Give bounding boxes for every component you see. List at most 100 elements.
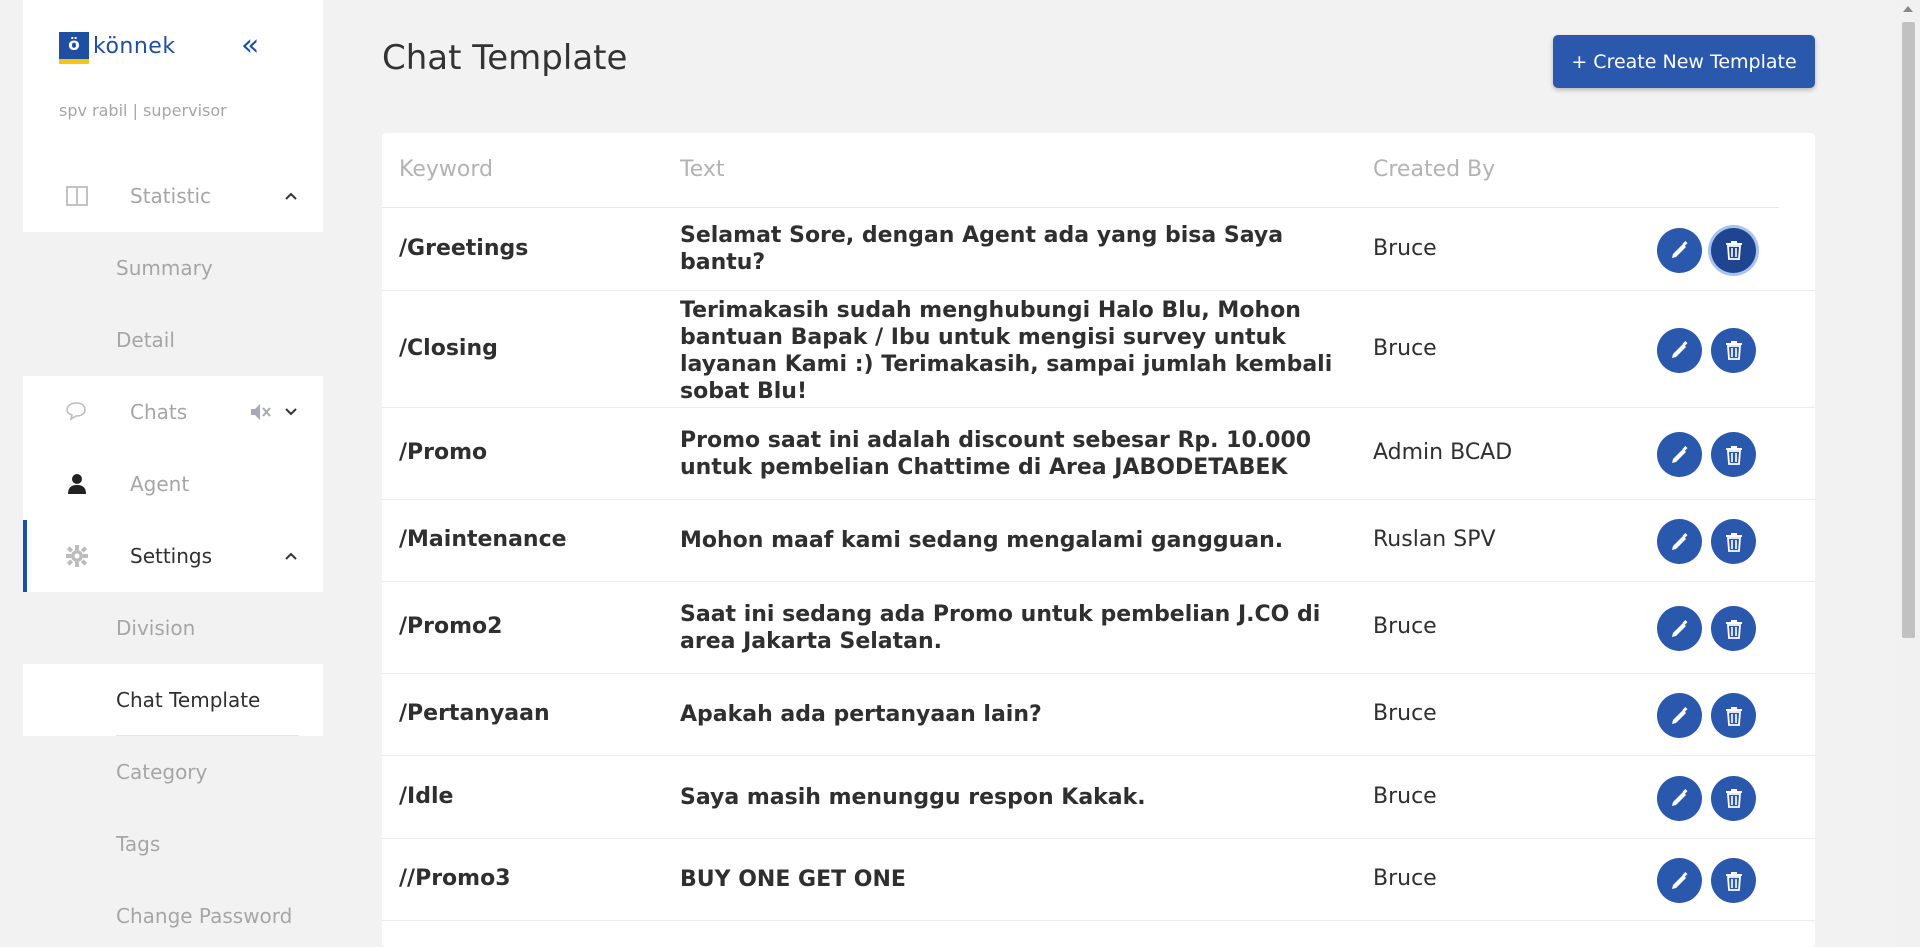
sidebar-item-agent[interactable]: Agent bbox=[23, 448, 323, 520]
sidebar-item-label: Summary bbox=[116, 256, 213, 280]
pencil-icon bbox=[1670, 240, 1690, 260]
pencil-icon bbox=[1670, 532, 1690, 552]
text-cell: Terimakasih sudah menghubungi Halo Blu, … bbox=[680, 298, 1333, 404]
created-by-cell: Ruslan SPV bbox=[1373, 527, 1496, 552]
user-icon bbox=[65, 472, 89, 496]
pencil-icon bbox=[1670, 340, 1690, 360]
delete-button[interactable] bbox=[1711, 227, 1756, 273]
trash-icon bbox=[1725, 532, 1743, 552]
text-cell: BUY ONE GET ONE bbox=[680, 867, 906, 892]
edit-button[interactable] bbox=[1657, 858, 1702, 903]
sidebar-item-label: Tags bbox=[116, 832, 161, 856]
sidebar-item-detail[interactable]: Detail bbox=[23, 304, 323, 376]
delete-button[interactable] bbox=[1711, 606, 1756, 651]
sidebar-item-category[interactable]: Category bbox=[23, 736, 323, 808]
sidebar-item-label: Chat Template bbox=[116, 688, 261, 712]
text-cell: Saat ini sedang ada Promo untuk pembelia… bbox=[680, 601, 1321, 654]
created-by-cell: Bruce bbox=[1373, 235, 1437, 261]
delete-button[interactable] bbox=[1711, 858, 1756, 903]
text-cell: Selamat Sore, dengan Agent ada yang bisa… bbox=[680, 223, 1284, 275]
delete-button[interactable] bbox=[1711, 693, 1756, 738]
keyword-cell: /Pertanyaan bbox=[399, 701, 550, 726]
scroll-up-arrow-icon[interactable] bbox=[1903, 6, 1913, 12]
trash-icon bbox=[1725, 788, 1743, 808]
chevron-up-icon bbox=[283, 188, 299, 204]
keyword-cell: /Idle bbox=[399, 783, 454, 809]
sidebar-item-label: Chats bbox=[130, 400, 188, 424]
keyword-cell: //Promo3 bbox=[399, 866, 511, 891]
sidebar-item-label: Category bbox=[116, 760, 208, 784]
trash-icon bbox=[1725, 340, 1743, 360]
edit-button[interactable] bbox=[1657, 775, 1702, 821]
sidebar-item-label: Settings bbox=[130, 544, 213, 568]
edit-button[interactable] bbox=[1657, 693, 1702, 738]
created-by-cell: Bruce bbox=[1373, 614, 1437, 639]
keyword-cell: /Promo2 bbox=[399, 614, 503, 639]
table-row: /Promo2 Saat ini sedang ada Promo untuk p… bbox=[382, 582, 1815, 674]
column-header-text: Text bbox=[680, 157, 725, 182]
trash-icon bbox=[1725, 871, 1743, 891]
edit-button[interactable] bbox=[1657, 606, 1702, 651]
trash-icon bbox=[1725, 240, 1743, 260]
delete-button[interactable] bbox=[1711, 327, 1756, 373]
logo-mark: ö bbox=[59, 32, 89, 64]
table-row: /Pertanyaan Apakah ada pertanyaan lain? Br… bbox=[382, 674, 1815, 756]
sidebar-item-label: Change Password bbox=[116, 904, 293, 928]
created-by-cell: Bruce bbox=[1373, 866, 1437, 891]
collapse-sidebar-icon[interactable]: « bbox=[241, 30, 259, 62]
edit-button[interactable] bbox=[1657, 432, 1702, 477]
sidebar: ö könnek « spv rabil | supervisor Statis… bbox=[23, 0, 323, 947]
pencil-icon bbox=[1670, 619, 1690, 639]
table-row: /Closing Terimakasih sudah menghubungi Ha… bbox=[382, 291, 1815, 408]
delete-button[interactable] bbox=[1711, 432, 1756, 477]
created-by-cell: Bruce bbox=[1373, 335, 1437, 361]
pencil-icon bbox=[1670, 788, 1690, 808]
text-cell: Apakah ada pertanyaan lain? bbox=[680, 702, 1042, 727]
sidebar-item-tags[interactable]: Tags bbox=[23, 808, 323, 880]
create-template-button[interactable]: + Create New Template bbox=[1553, 35, 1815, 88]
chevron-down-icon bbox=[283, 404, 299, 420]
pencil-icon bbox=[1670, 871, 1690, 891]
sidebar-menu: Statistic Summary Detail Chats Agent Set… bbox=[23, 160, 323, 947]
edit-button[interactable] bbox=[1657, 227, 1702, 273]
table-row: /Idle Saya masih menunggu respon Kakak. Br… bbox=[382, 756, 1815, 839]
logo: ö könnek bbox=[59, 32, 176, 64]
logo-text: könnek bbox=[93, 33, 176, 59]
edit-button[interactable] bbox=[1657, 519, 1702, 564]
trash-icon bbox=[1725, 619, 1743, 639]
pencil-icon bbox=[1670, 706, 1690, 726]
column-header-created-by: Created By bbox=[1373, 157, 1496, 182]
chevron-up-icon bbox=[283, 548, 299, 564]
created-by-cell: Bruce bbox=[1373, 783, 1437, 809]
delete-button[interactable] bbox=[1711, 519, 1756, 564]
sidebar-item-summary[interactable]: Summary bbox=[23, 232, 323, 304]
user-info: spv rabil | supervisor bbox=[59, 101, 227, 120]
keyword-cell: /Maintenance bbox=[399, 527, 567, 552]
pencil-icon bbox=[1670, 445, 1690, 465]
sidebar-item-division[interactable]: Division bbox=[23, 592, 323, 664]
sidebar-item-label: Division bbox=[116, 616, 196, 640]
edit-button[interactable] bbox=[1657, 327, 1702, 373]
scrollbar[interactable] bbox=[1897, 0, 1920, 947]
gear-icon bbox=[65, 544, 89, 568]
table-row: /Promo Promo saat ini adalah discount seb… bbox=[382, 408, 1815, 500]
sidebar-item-chat-template[interactable]: Chat Template bbox=[23, 664, 323, 736]
created-by-cell: Bruce bbox=[1373, 701, 1437, 726]
text-cell: Promo saat ini adalah discount sebesar R… bbox=[680, 427, 1312, 480]
sidebar-item-label: Statistic bbox=[130, 184, 212, 208]
table-row: /Maintenance Mohon maaf kami sedang menga… bbox=[382, 500, 1815, 582]
sidebar-item-label: Agent bbox=[130, 472, 190, 496]
trash-icon bbox=[1725, 445, 1743, 465]
text-cell: Mohon maaf kami sedang mengalami ganggua… bbox=[680, 528, 1284, 553]
scrollbar-thumb[interactable] bbox=[1902, 22, 1915, 638]
table-row: /Greetings Selamat Sore, dengan Agent ada… bbox=[382, 208, 1815, 291]
sidebar-item-chats[interactable]: Chats bbox=[23, 376, 323, 448]
created-by-cell: Admin BCAD bbox=[1373, 440, 1513, 465]
delete-button[interactable] bbox=[1711, 775, 1756, 821]
sidebar-item-settings[interactable]: Settings bbox=[23, 520, 323, 592]
mute-icon[interactable] bbox=[248, 400, 272, 428]
sidebar-item-change-password[interactable]: Change Password bbox=[23, 880, 323, 947]
sidebar-item-statistic[interactable]: Statistic bbox=[23, 160, 323, 232]
chat-icon bbox=[65, 400, 89, 424]
keyword-cell: /Promo bbox=[399, 440, 488, 465]
